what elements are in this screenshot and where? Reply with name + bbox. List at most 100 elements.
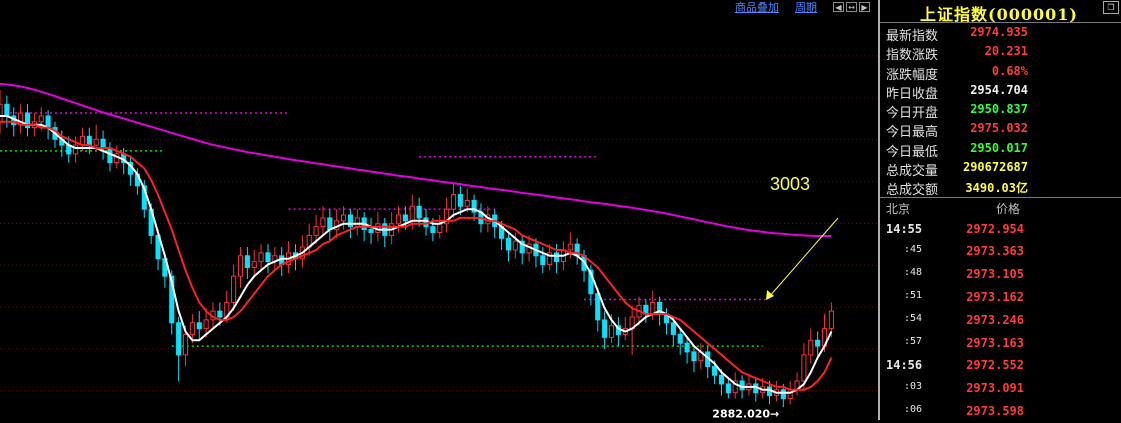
candle-body xyxy=(808,339,814,356)
tick-price: 2973.091 xyxy=(966,381,1024,396)
candle-body xyxy=(0,103,3,123)
candle-body xyxy=(402,214,408,222)
tick-row: :45 2973.363 xyxy=(880,240,1121,263)
quote-label: 指数涨跌 xyxy=(886,48,939,64)
candle-body xyxy=(409,205,415,222)
candle-body xyxy=(251,261,257,268)
candle-body xyxy=(340,214,347,222)
candle-body xyxy=(780,389,786,400)
nav-buttons: ◀ ↔ ▶ xyxy=(833,2,870,12)
quote-label: 今日开盘 xyxy=(886,106,939,122)
candle-body xyxy=(464,199,470,207)
tick-row: :54 2973.246 xyxy=(880,309,1121,332)
candle-body xyxy=(450,194,457,210)
quote-row: 涨跌幅度 0.68% xyxy=(880,62,1121,83)
candle-body xyxy=(38,115,44,123)
quote-label: 总成交量 xyxy=(886,164,939,180)
tick-price: 2973.163 xyxy=(966,335,1024,350)
tick-row: :06 2973.598 xyxy=(880,400,1121,423)
quote-value: 3490.03亿 xyxy=(965,181,1028,196)
candle-body xyxy=(182,333,189,356)
candle-body xyxy=(368,229,374,233)
quote-row: 总成交量 290672687 xyxy=(880,158,1121,180)
candle-body xyxy=(313,226,319,236)
quote-list: 最新指数 2974.935 指数涨跌 20.231 涨跌幅度 0.68% 昨日收盘 29… xyxy=(880,23,1121,198)
candle-body xyxy=(725,383,731,394)
candle-body xyxy=(265,252,271,263)
candle-body xyxy=(430,226,436,233)
tick-time: :06 xyxy=(904,404,923,416)
quote-label: 昨日收盘 xyxy=(886,86,939,102)
candle-body xyxy=(595,293,601,321)
quote-row: 总成交额 3490.03亿 xyxy=(880,177,1121,198)
quote-row: 最新指数 2974.935 xyxy=(880,23,1121,44)
candle-body xyxy=(457,194,463,207)
candle-body xyxy=(540,255,546,266)
overlay-link[interactable]: 商品叠加 xyxy=(735,0,779,15)
arrow-both-icon[interactable]: ↔ xyxy=(846,2,857,12)
tick-time: :03 xyxy=(904,381,923,393)
index-title: 上证指数(000001) xyxy=(920,5,1078,24)
quote-value: 20.231 xyxy=(984,44,1028,59)
candle-body xyxy=(189,322,195,335)
tick-time: :57 xyxy=(904,335,923,347)
candle-body xyxy=(86,135,92,146)
candle-body xyxy=(815,339,821,347)
quote-label: 今日最低 xyxy=(886,144,939,160)
tick-time: :45 xyxy=(904,244,923,256)
candle-body xyxy=(801,354,807,382)
tick-row: :48 2973.105 xyxy=(880,263,1121,286)
quote-value: 0.68% xyxy=(991,63,1028,78)
ticks-time-header: 北京 xyxy=(886,201,911,216)
tick-list[interactable]: 14:55 2972.954 :45 2973.363 :48 2973.105 :5… xyxy=(880,218,1121,423)
tick-time: 14:55 xyxy=(886,221,923,236)
tick-price: 2973.246 xyxy=(966,312,1024,327)
candle-body xyxy=(176,322,182,356)
restore-window-icon[interactable]: ❐ xyxy=(1103,1,1119,14)
tick-price: 2973.105 xyxy=(966,267,1024,282)
target-arrow-head xyxy=(766,290,774,300)
tick-price: 2972.954 xyxy=(966,221,1024,236)
quote-row: 今日最低 2950.017 xyxy=(880,139,1121,160)
candle-body xyxy=(354,217,360,228)
candle-body xyxy=(217,310,223,318)
tick-row: :51 2973.162 xyxy=(880,286,1121,309)
candle-body xyxy=(602,319,608,338)
period-link[interactable]: 周期 xyxy=(795,0,817,15)
kline-chart[interactable]: 3003 2882.020→ xyxy=(0,0,878,420)
candle-body xyxy=(416,205,422,219)
candle-body xyxy=(237,255,244,277)
candle-body xyxy=(828,310,834,330)
candle-body xyxy=(196,322,202,330)
tick-time: :51 xyxy=(904,290,923,302)
candle-body xyxy=(231,275,237,303)
quote-label: 涨跌幅度 xyxy=(886,67,939,83)
tick-time: :54 xyxy=(904,312,923,324)
candle-body xyxy=(327,217,333,231)
ticks-header: 北京 价格 xyxy=(880,198,1121,218)
target-arrow-line xyxy=(768,217,839,298)
candle-body xyxy=(712,365,718,376)
quote-row: 今日开盘 2950.837 xyxy=(880,100,1121,122)
quote-row: 昨日收盘 2954.704 xyxy=(880,81,1121,102)
quote-value: 2975.032 xyxy=(970,121,1028,136)
panel-header: 上证指数(000001) ❐ xyxy=(880,0,1121,24)
candle-body xyxy=(567,243,573,251)
candle-body xyxy=(347,214,353,228)
quote-value: 2954.704 xyxy=(970,82,1028,97)
tick-price: 2973.363 xyxy=(966,244,1024,259)
tick-price: 2973.598 xyxy=(966,404,1024,419)
quote-label: 最新指数 xyxy=(886,29,939,44)
kline-chart-area[interactable]: 3003 2882.020→ 商品叠加 周期 ◀ ↔ ▶ xyxy=(0,0,878,420)
quote-value: 2974.935 xyxy=(970,25,1028,39)
ticks-price-header: 价格 xyxy=(996,201,1021,216)
candle-body xyxy=(4,103,10,117)
arrow-right-icon[interactable]: ▶ xyxy=(859,2,870,12)
tick-time: :48 xyxy=(904,267,923,279)
candle-body xyxy=(553,252,560,263)
candle-body xyxy=(258,252,264,263)
arrow-left-icon[interactable]: ◀ xyxy=(833,2,844,12)
quote-row: 今日最高 2975.032 xyxy=(880,119,1121,140)
tick-price: 2973.162 xyxy=(966,290,1024,305)
candle-body xyxy=(691,351,697,362)
